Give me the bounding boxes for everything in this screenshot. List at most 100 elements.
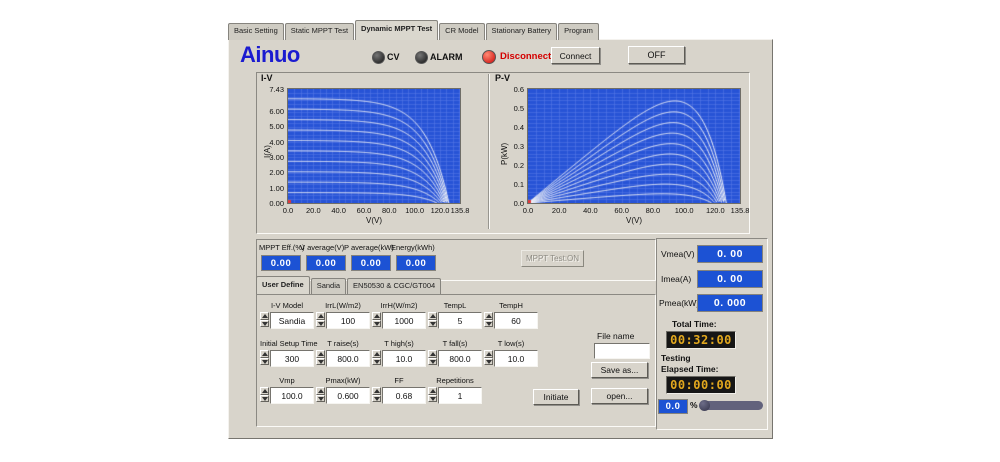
ff-label: FF	[372, 376, 426, 386]
irrl-input[interactable]	[326, 312, 370, 329]
p-average-value: 0.00	[351, 255, 391, 271]
subtab-en50530[interactable]: EN50530 & CGC/GT004	[347, 278, 441, 295]
x-axis-tick-label: 135.8	[725, 206, 755, 215]
y-axis-tick-label: 0.2	[492, 161, 524, 170]
iv-model-spinner[interactable]	[260, 312, 269, 327]
irrh-field: IrrH(W/m2)	[372, 301, 426, 327]
t-raise-spinner[interactable]	[316, 350, 325, 365]
pv-chart-plot	[528, 89, 740, 203]
t-fall-field: T fall(s)	[428, 339, 482, 365]
tab-static-mppt-test[interactable]: Static MPPT Test	[285, 23, 354, 40]
tab-stationary-battery[interactable]: Stationary Battery	[486, 23, 558, 40]
y-axis-tick-label: 0.5	[492, 104, 524, 113]
t-raise-input[interactable]	[326, 350, 370, 367]
imea-value: 0. 00	[697, 270, 763, 288]
y-axis-tick-label: 4.00	[258, 138, 284, 147]
x-axis-tick-label: 135.8	[445, 206, 475, 215]
tab-basic-setting[interactable]: Basic Setting	[228, 23, 284, 40]
subtab-user-define[interactable]: User Define	[256, 276, 310, 295]
progress-bar-track	[702, 401, 763, 410]
x-axis-tick-label: 20.0	[544, 206, 574, 215]
irrh-input[interactable]	[382, 312, 426, 329]
mppt-eff-value: 0.00	[261, 255, 301, 271]
brand-logo: Ainuo	[240, 42, 300, 68]
model-tab-strip: User Define Sandia EN50530 & CGC/GT004	[256, 281, 442, 295]
t-raise-label: T raise(s)	[316, 339, 370, 349]
repetitions-label: Repetitions	[428, 376, 482, 386]
temph-field: TempH	[484, 301, 538, 327]
pmax-spinner[interactable]	[316, 387, 325, 402]
p-average-label: P average(kW)	[344, 243, 394, 252]
irrl-label: IrrL(W/m2)	[316, 301, 370, 311]
iv-model-input[interactable]	[270, 312, 314, 329]
file-name-label: File name	[597, 331, 634, 341]
subtab-sandia[interactable]: Sandia	[311, 278, 346, 295]
irrl-spinner[interactable]	[316, 312, 325, 327]
y-axis-tick-label: 2.00	[258, 168, 284, 177]
repetitions-input[interactable]	[438, 387, 482, 404]
tab-cr-model[interactable]: CR Model	[439, 23, 484, 40]
vmp-input[interactable]	[270, 387, 314, 404]
irrh-label: IrrH(W/m2)	[372, 301, 426, 311]
initial-setup-time-spinner[interactable]	[260, 350, 269, 365]
templ-input[interactable]	[438, 312, 482, 329]
t-high-input[interactable]	[382, 350, 426, 367]
t-fall-label: T fall(s)	[428, 339, 482, 349]
imea-label: Imea(A)	[661, 274, 691, 284]
iv-model-field: I-V Model	[260, 301, 314, 327]
iv-chart-plot	[288, 89, 460, 203]
pmea-value: 0. 000	[697, 294, 763, 312]
mppt-test-on-button[interactable]: MPPT Test:ON	[521, 250, 584, 267]
x-axis-tick-label: 40.0	[575, 206, 605, 215]
templ-spinner[interactable]	[428, 312, 437, 327]
t-low-input[interactable]	[494, 350, 538, 367]
pmax-input[interactable]	[326, 387, 370, 404]
irrh-spinner[interactable]	[372, 312, 381, 327]
y-axis-tick-label: 0.6	[492, 85, 524, 94]
page: Basic Setting Static MPPT Test Dynamic M…	[0, 0, 1000, 462]
save-as-button[interactable]: Save as...	[591, 362, 648, 378]
alarm-indicator-label: ALARM	[430, 52, 463, 62]
ff-spinner[interactable]	[372, 387, 381, 402]
temph-spinner[interactable]	[484, 312, 493, 327]
initiate-button[interactable]: Initiate	[533, 389, 579, 405]
t-fall-spinner[interactable]	[428, 350, 437, 365]
v-average-label: V average(V)	[300, 243, 344, 252]
y-axis-tick-label: 6.00	[258, 107, 284, 116]
t-low-spinner[interactable]	[484, 350, 493, 365]
initial-setup-time-field: Initial Setup Time	[260, 339, 314, 365]
tab-dynamic-mppt-test[interactable]: Dynamic MPPT Test	[355, 20, 438, 40]
testing-label: Testing	[661, 353, 691, 363]
energy-value: 0.00	[396, 255, 436, 271]
x-axis-tick-label: 100.0	[669, 206, 699, 215]
connect-button[interactable]: Connect	[551, 47, 600, 64]
repetitions-field: Repetitions	[428, 376, 482, 402]
file-name-input[interactable]	[594, 343, 650, 359]
initial-setup-time-input[interactable]	[270, 350, 314, 367]
temph-label: TempH	[484, 301, 538, 311]
t-fall-input[interactable]	[438, 350, 482, 367]
v-average-value: 0.00	[306, 255, 346, 271]
mppt-eff-label: MPPT Eff.(%)	[259, 243, 305, 252]
t-low-label: T low(s)	[484, 339, 538, 349]
ff-input[interactable]	[382, 387, 426, 404]
open-button[interactable]: open...	[591, 388, 648, 404]
t-high-label: T high(s)	[372, 339, 426, 349]
temph-input[interactable]	[494, 312, 538, 329]
y-axis-tick-label: 0.1	[492, 180, 524, 189]
y-axis-tick-label: 3.00	[258, 153, 284, 162]
cv-indicator-label: CV	[387, 52, 400, 62]
t-low-field: T low(s)	[484, 339, 538, 365]
t-high-spinner[interactable]	[372, 350, 381, 365]
repetitions-spinner[interactable]	[428, 387, 437, 402]
t-high-field: T high(s)	[372, 339, 426, 365]
off-button[interactable]: OFF	[628, 46, 685, 64]
y-axis-tick-label: 1.00	[258, 184, 284, 193]
pmea-label: Pmea(kW)	[659, 298, 699, 308]
vmp-spinner[interactable]	[260, 387, 269, 402]
pmax-field: Pmax(kW)	[316, 376, 370, 402]
vmp-field: Vmp	[260, 376, 314, 402]
tab-program[interactable]: Program	[558, 23, 599, 40]
templ-label: TempL	[428, 301, 482, 311]
elapsed-time-display: 00:00:00	[666, 376, 736, 394]
